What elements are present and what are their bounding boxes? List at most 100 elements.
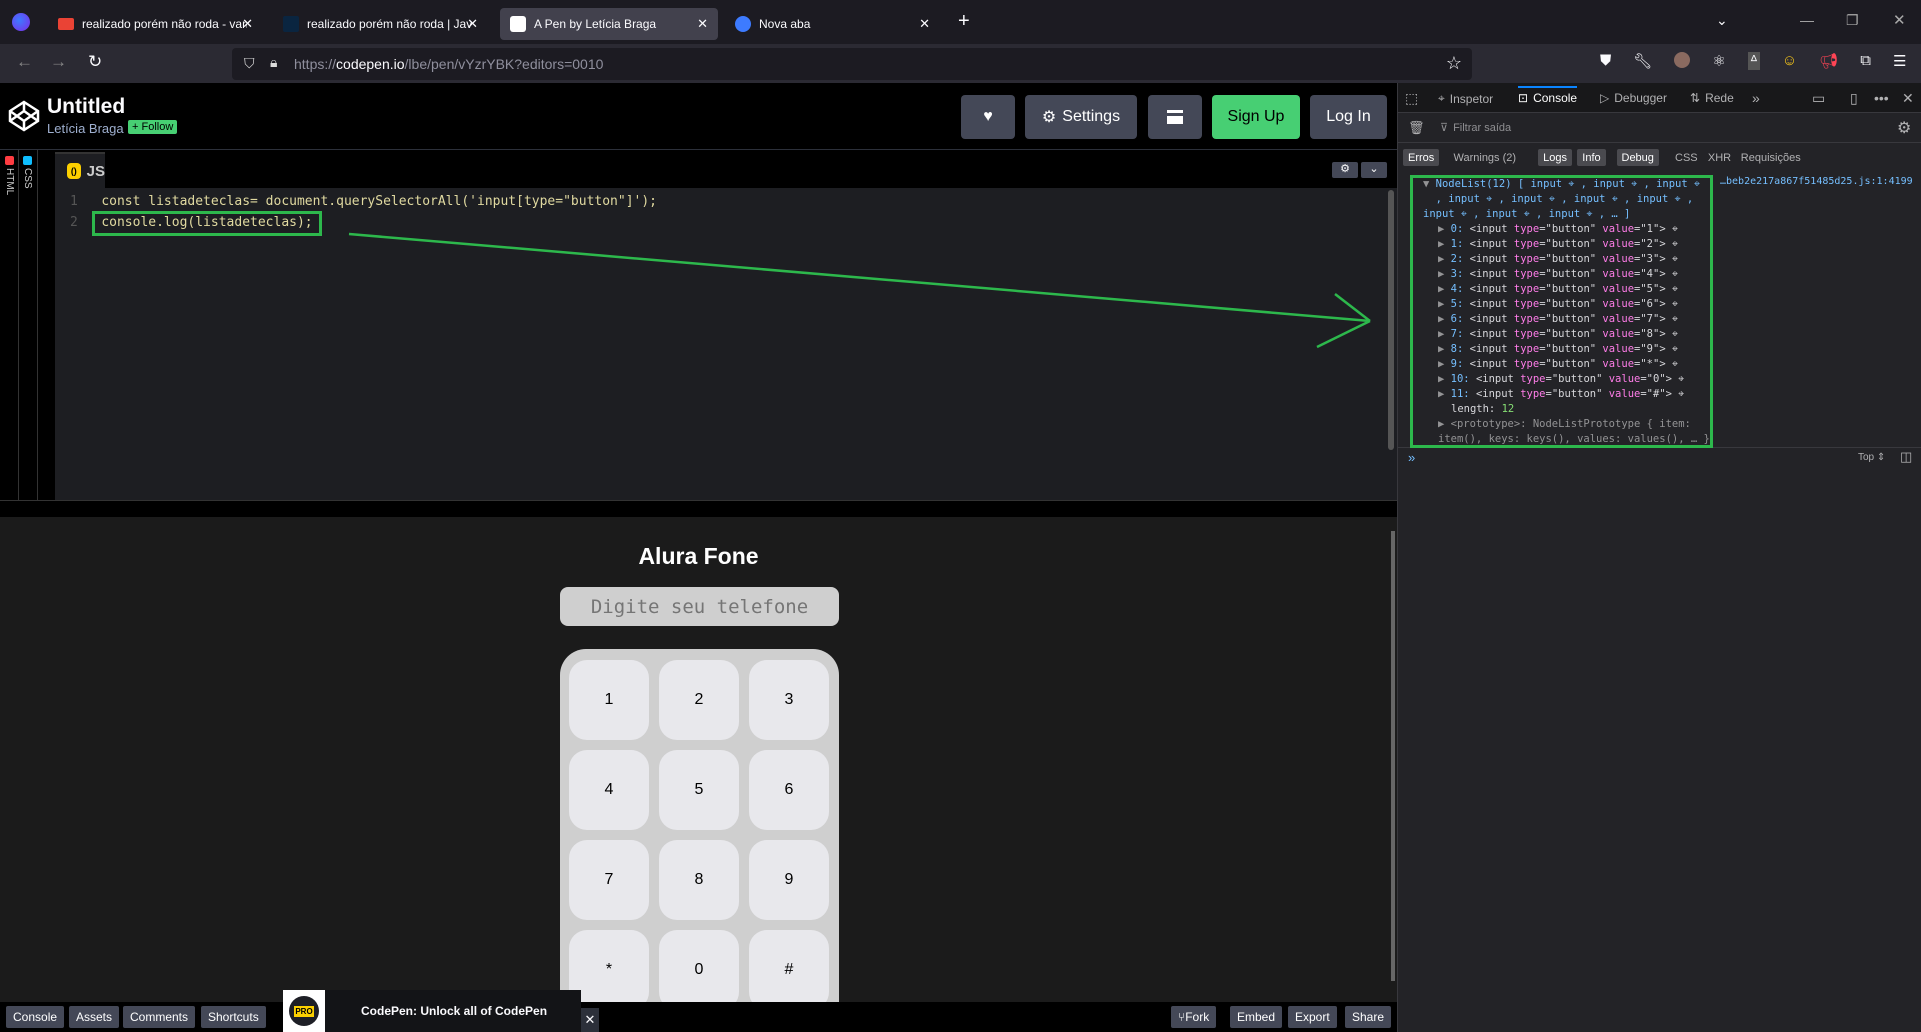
back-icon[interactable]: ← [16, 52, 33, 72]
highlight-box [92, 211, 322, 236]
pen-title[interactable]: Untitled [47, 95, 125, 119]
filter-info[interactable]: Info [1577, 149, 1606, 166]
filter-debug[interactable]: Debug [1616, 149, 1659, 166]
puzzle-icon[interactable]: ⧉ [1860, 52, 1871, 70]
codepen-logo-icon[interactable] [8, 100, 40, 132]
react-icon[interactable]: ⚛ [1712, 52, 1725, 70]
key-button[interactable]: * [569, 930, 649, 1002]
trash-icon[interactable]: 🗑︎ [1408, 120, 1425, 136]
key-button[interactable]: 6 [749, 750, 829, 830]
tab-console[interactable]: ⊡ Console [1518, 86, 1578, 105]
lock-icon: 🔒︎ [270, 54, 278, 70]
url-bar[interactable]: ⛉ 🔒︎ https://codepen.io/lbe/pen/vYzrYBK?… [232, 48, 1472, 80]
tab-codepen[interactable]: A Pen by Letícia Braga ✕ [500, 8, 718, 40]
graph-extension-icon[interactable]: ᐞ [1747, 52, 1760, 70]
editor-settings-button[interactable]: ⚙ [1332, 162, 1358, 178]
close-promo-button[interactable]: ✕ [581, 1008, 599, 1032]
share-button[interactable]: Share [1345, 1006, 1392, 1028]
embed-button[interactable]: Embed [1230, 1006, 1283, 1028]
export-button[interactable]: Export [1288, 1006, 1337, 1028]
close-tab-icon[interactable]: ✕ [242, 16, 253, 32]
preview-scrollbar[interactable] [1391, 531, 1395, 981]
emoji-extension-icon[interactable]: ☺ [1782, 52, 1797, 70]
console-button[interactable]: Console [6, 1006, 65, 1028]
fork-button[interactable]: ⑂ Fork [1171, 1006, 1217, 1028]
key-button[interactable]: 0 [659, 930, 739, 1002]
menu-icon[interactable]: ☰ [1893, 52, 1906, 70]
tab-rede[interactable]: ⇅ Rede [1690, 91, 1734, 105]
follow-button[interactable]: + Follow [128, 120, 178, 134]
bookmark-star-icon[interactable]: ☆ [1446, 53, 1462, 74]
new-tab-icon[interactable]: + [958, 10, 970, 33]
responsive-icon[interactable]: ▯ [1850, 90, 1858, 107]
avatar-extension-icon[interactable] [1674, 52, 1691, 68]
wrench-icon[interactable]: 🔧︎ [1633, 52, 1652, 70]
reload-icon[interactable]: ↻ [88, 52, 102, 72]
tab-js[interactable]: () JS [55, 152, 105, 188]
key-button[interactable]: 2 [659, 660, 739, 740]
key-button[interactable]: 3 [749, 660, 829, 740]
forward-icon[interactable]: → [50, 52, 67, 72]
close-tab-icon[interactable]: ✕ [919, 16, 930, 32]
megaphone-icon[interactable]: 📢︎ [1819, 52, 1838, 70]
editor-scrollbar[interactable] [1388, 190, 1394, 450]
dock-icon[interactable]: ▭ [1812, 90, 1825, 107]
minimize-icon[interactable]: — [1800, 12, 1814, 28]
console-settings-icon[interactable]: ⚙ [1897, 118, 1911, 138]
tab-new[interactable]: Nova aba ✕ [725, 8, 940, 40]
log-source-link[interactable]: …beb2e217a867f51485d25.js:1:4199 [1720, 176, 1913, 187]
log-in-button[interactable]: Log In [1310, 95, 1387, 139]
sidebar-toggle-icon[interactable]: ◫ [1900, 449, 1912, 465]
filter-requisies[interactable]: Requisições [1736, 149, 1806, 166]
phone-input[interactable] [560, 587, 839, 626]
tab-inspetor[interactable]: ⌖ Inspetor [1438, 91, 1493, 106]
key-button[interactable]: 9 [749, 840, 829, 920]
sign-up-button[interactable]: Sign Up [1212, 95, 1300, 139]
tab-html[interactable]: HTML [4, 156, 15, 195]
comments-button[interactable]: Comments [123, 1006, 196, 1028]
firefox-icon[interactable] [12, 13, 30, 31]
key-button[interactable]: 8 [659, 840, 739, 920]
filter-erros[interactable]: Erros [1403, 149, 1440, 166]
more-options-icon[interactable]: ••• [1874, 90, 1889, 106]
tab-alura[interactable]: realizado porém não roda | Java ✕ [273, 8, 488, 40]
love-button[interactable]: ♥ [961, 95, 1015, 139]
key-button[interactable]: 5 [659, 750, 739, 830]
collapsed-editors: HTML CSS [0, 150, 55, 500]
tab-gmail[interactable]: realizado porém não roda - vam ✕ [48, 8, 263, 40]
code-line-1[interactable]: 1 const listadeteclas= document.querySel… [70, 194, 657, 209]
css-icon [22, 156, 32, 165]
filter-input[interactable]: ⊽ Filtrar saída [1440, 121, 1511, 135]
resize-divider[interactable] [0, 500, 1397, 517]
settings-button[interactable]: ⚙ Settings [1025, 95, 1137, 139]
close-tab-icon[interactable]: ✕ [467, 16, 478, 32]
promo-banner[interactable]: PRO CodePen: Unlock all of CodePen [283, 990, 581, 1032]
restore-icon[interactable]: ❐ [1846, 12, 1859, 29]
close-window-icon[interactable]: ✕ [1893, 11, 1906, 29]
layout-button[interactable] [1148, 95, 1202, 139]
tab-debugger[interactable]: ▷ Debugger [1600, 91, 1667, 105]
chevron-down-icon[interactable]: ⌄ [1716, 12, 1728, 29]
element-picker-icon[interactable]: ⬚ [1405, 90, 1418, 107]
filter-logs[interactable]: Logs [1538, 149, 1572, 166]
extension-icons: ⛊ 🔧︎ ⚛ ᐞ ☺ 📢︎ ⧉ ☰ [1600, 52, 1906, 70]
pocket-icon[interactable]: ⛊ [1600, 52, 1611, 70]
assets-button[interactable]: Assets [69, 1006, 120, 1028]
key-button[interactable]: 4 [569, 750, 649, 830]
key-button[interactable]: 1 [569, 660, 649, 740]
filter-css[interactable]: CSS [1670, 149, 1703, 166]
close-devtools-icon[interactable]: ✕ [1902, 90, 1914, 107]
editor-collapse-button[interactable]: ⌄ [1361, 162, 1387, 178]
console-prompt-icon[interactable]: » [1408, 450, 1415, 465]
more-tabs-icon[interactable]: » [1752, 90, 1760, 106]
tab-css[interactable]: CSS [22, 156, 33, 189]
key-button[interactable]: # [749, 930, 829, 1002]
key-button[interactable]: 7 [569, 840, 649, 920]
close-tab-icon[interactable]: ✕ [697, 16, 708, 32]
shortcuts-button[interactable]: Shortcuts [201, 1006, 266, 1028]
filter-warnings[interactable]: Warnings (2) [1449, 149, 1522, 166]
filter-xhr[interactable]: XHR [1703, 149, 1736, 166]
author-name[interactable]: Letícia Braga [47, 121, 124, 136]
context-selector[interactable]: Top ⇕ [1858, 452, 1885, 463]
inspector-icon: ⌖ [1438, 91, 1445, 105]
